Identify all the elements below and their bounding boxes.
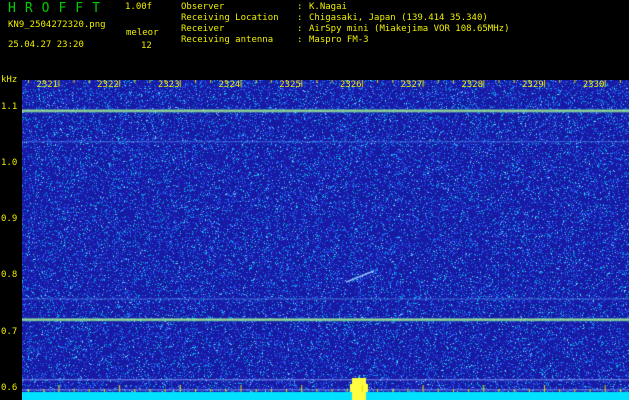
info-value: Maspro FM-3 bbox=[309, 35, 369, 45]
header-panel: HROFFT 1.00f KN9_2504272320.png 25.04.27… bbox=[0, 0, 629, 74]
y-axis-unit: kHz bbox=[1, 75, 18, 85]
x-tick-label: 2330 bbox=[582, 80, 605, 90]
y-tick-label: 1.0 bbox=[1, 158, 18, 169]
x-tick-label: 2325 bbox=[279, 80, 301, 90]
y-tick-label: 0.7 bbox=[1, 326, 18, 337]
y-tick-label: 0.8 bbox=[1, 270, 18, 281]
info-key: Receiving antenna bbox=[181, 35, 274, 45]
info-key: Receiver bbox=[181, 24, 225, 34]
app-version: 1.00f bbox=[125, 2, 153, 12]
x-tick-label: 2323 bbox=[157, 80, 180, 90]
x-tick-label: 2329 bbox=[522, 80, 544, 90]
meteor-count-label: meleor bbox=[126, 28, 159, 38]
info-colon: : bbox=[297, 2, 303, 12]
x-tick-label: 2328 bbox=[461, 80, 483, 90]
info-colon: : bbox=[297, 24, 303, 34]
info-value: K.Nagai bbox=[309, 2, 347, 12]
info-colon: : bbox=[297, 13, 303, 23]
info-key: Observer bbox=[181, 2, 225, 12]
y-tick-label: 0.6 bbox=[1, 382, 18, 393]
capture-datetime: 25.04.27 23:20 bbox=[8, 40, 84, 50]
file-name: KN9_2504272320.png bbox=[8, 20, 106, 30]
spectrogram bbox=[22, 80, 629, 400]
x-tick-label: 2324 bbox=[218, 80, 241, 90]
info-value: AirSpy mini (Miakejima VOR 108.65MHz) bbox=[309, 24, 510, 34]
y-tick-label: 0.9 bbox=[1, 214, 18, 225]
y-tick-label: 1.1 bbox=[1, 102, 18, 113]
info-colon: : bbox=[297, 35, 303, 45]
x-tick-label: 2321 bbox=[36, 80, 59, 90]
app-title: HROFFT bbox=[8, 1, 109, 16]
x-tick-label: 2326 bbox=[339, 80, 362, 90]
meteor-count-value: 12 bbox=[141, 41, 152, 51]
info-key: Receiving Location bbox=[181, 13, 279, 23]
x-tick-label: 2322 bbox=[97, 80, 119, 90]
x-tick-label: 2327 bbox=[400, 80, 423, 90]
info-value: Chigasaki, Japan (139.414 35.340) bbox=[309, 13, 488, 23]
